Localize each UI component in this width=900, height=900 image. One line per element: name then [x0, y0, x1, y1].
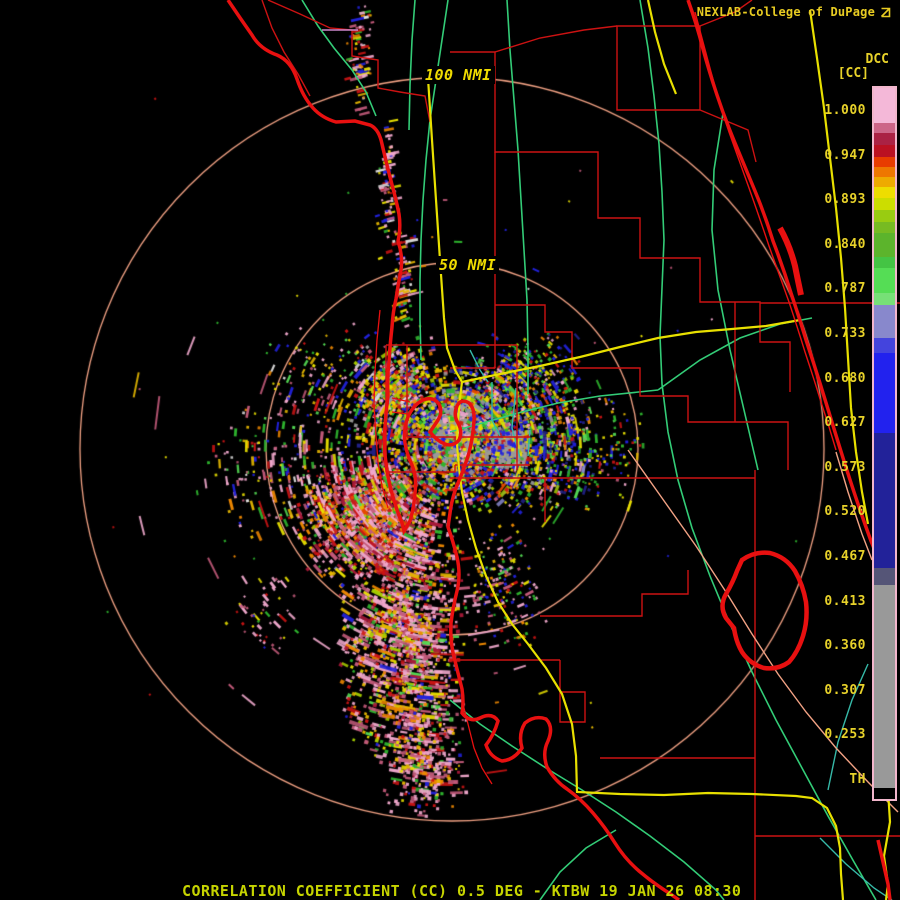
colorbar-segment — [874, 433, 895, 568]
southeast-coastline — [878, 840, 890, 900]
colorbar-tick-label: 0.520 — [806, 505, 866, 519]
radar-viewer: { "header": { "title": "NEXLAB-College o… — [0, 0, 900, 900]
colorbar-tick-label: 0.253 — [806, 728, 866, 742]
county-line — [495, 26, 617, 52]
colorbar-segment — [874, 210, 895, 222]
colorbar-segment — [874, 88, 895, 123]
colorbar — [872, 86, 897, 801]
colorbar-tick-label: 0.840 — [806, 238, 866, 252]
colorbar-segment — [874, 338, 895, 353]
colorbar-segment — [874, 133, 895, 145]
barrier-islands — [374, 310, 492, 784]
colorbar-segment — [874, 353, 895, 433]
river — [507, 0, 528, 394]
interstate-lines — [428, 0, 890, 900]
colorbar-segment — [874, 233, 895, 257]
lake-okeechobee — [723, 553, 807, 669]
colorbar-tick-label: 0.307 — [806, 684, 866, 698]
colorbar-product-label: DCC — [866, 52, 889, 67]
site-header: NEXLAB-College of DuPage — [697, 5, 892, 19]
colorbar-segment — [874, 145, 895, 157]
colorbar-segment — [874, 167, 895, 177]
basemap — [0, 0, 900, 900]
colorbar-segment — [874, 222, 895, 233]
river — [450, 700, 724, 900]
colorbar-tick-label: 0.787 — [806, 282, 866, 296]
colorbar-segment — [874, 177, 895, 187]
colorbar-segment — [874, 198, 895, 210]
colorbar-tick-label: 1.000 — [806, 104, 866, 118]
site-title: NEXLAB-College of DuPage — [697, 5, 875, 19]
colorbar-units-label: [CC] — [838, 66, 869, 81]
colorbar-segment — [874, 293, 895, 305]
county-line — [495, 305, 735, 422]
colorbar-segment — [874, 187, 895, 198]
colorbar-segment — [874, 257, 895, 268]
colorbar-tick-label: 0.680 — [806, 372, 866, 386]
colorbar-tick-label: 0.413 — [806, 595, 866, 609]
colorbar-tick-label: 0.360 — [806, 639, 866, 653]
colorbar-segment — [874, 123, 895, 133]
colorbar-tick-label: 0.573 — [806, 461, 866, 475]
interstate-75 — [428, 78, 843, 900]
colorbar-segment — [874, 568, 895, 585]
county-line — [617, 0, 756, 162]
county-line — [450, 478, 755, 522]
county-line — [268, 0, 430, 122]
colorbar-segment — [874, 585, 895, 788]
river-lines — [302, 0, 876, 900]
colorbar-segment — [874, 305, 895, 338]
river — [409, 0, 415, 130]
west-coastline — [228, 0, 679, 900]
colorbar-tick-label: 0.893 — [806, 193, 866, 207]
cod-logo-glyph — [879, 6, 892, 19]
colorbar-segment — [874, 788, 895, 799]
colorbar-tick-label: 0.733 — [806, 327, 866, 341]
coastline — [228, 0, 890, 900]
colorbar-tick-label: 0.467 — [806, 550, 866, 564]
county-line — [450, 52, 790, 392]
colorbar-tick-label: TH — [806, 773, 866, 787]
county-line — [262, 0, 310, 96]
colorbar-tick-label: 0.947 — [806, 149, 866, 163]
county-line — [450, 660, 585, 722]
county-line — [540, 570, 688, 616]
colorbar-tick-label: 0.627 — [806, 416, 866, 430]
county-lines — [262, 0, 900, 900]
colorbar-segment — [874, 157, 895, 167]
interstate-4 — [462, 320, 800, 382]
river — [450, 318, 812, 432]
colorbar-segment — [874, 268, 895, 293]
product-caption: CORRELATION COEFFICIENT (CC) 0.5 DEG - K… — [182, 882, 741, 900]
range-ring-label-100nmi: 100 NMI — [422, 66, 495, 84]
range-ring-label-50nmi: 50 NMI — [436, 256, 499, 274]
